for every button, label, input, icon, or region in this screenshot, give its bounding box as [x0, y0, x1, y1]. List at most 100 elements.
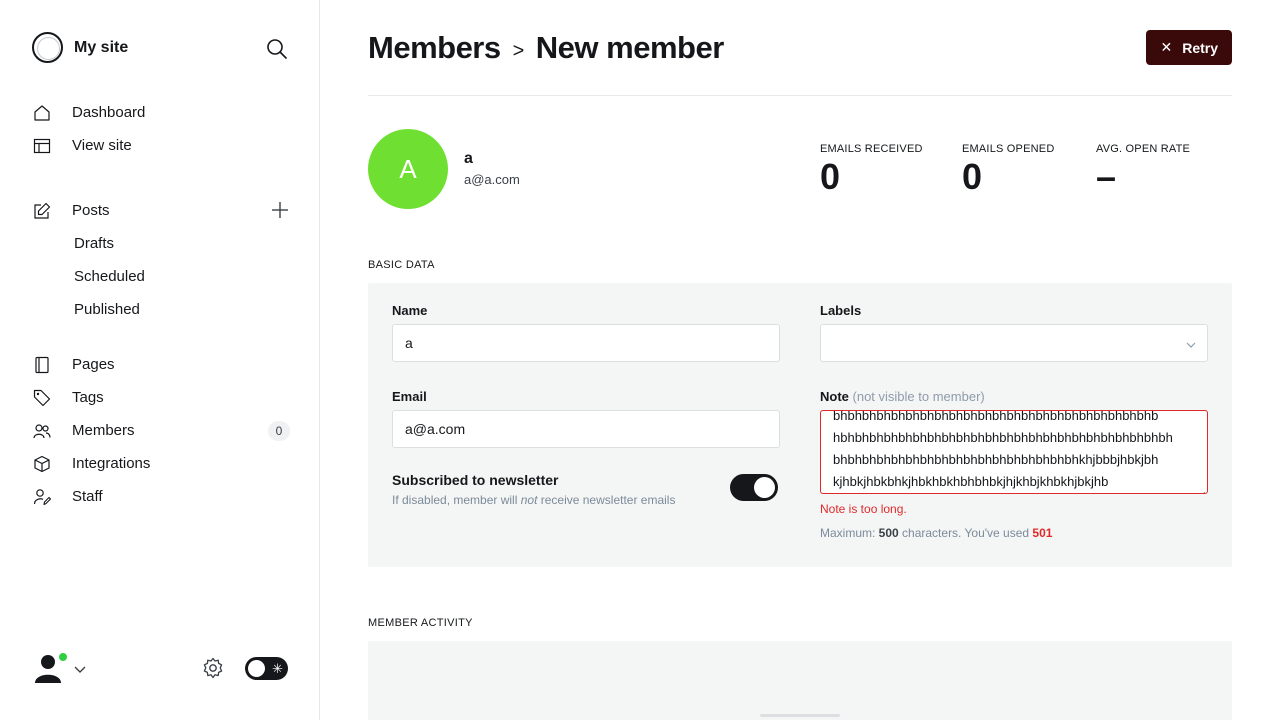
- subscribed-title: Subscribed to newsletter: [392, 472, 559, 488]
- labels-label: Labels: [820, 303, 862, 318]
- member-activity-panel: [368, 641, 1232, 720]
- nav-dashboard-label: Dashboard: [72, 104, 146, 121]
- plus-icon[interactable]: [270, 200, 290, 220]
- page-title: New member: [535, 30, 724, 65]
- basic-data-panel: Name a Email a@a.com Subscribed to newsl…: [368, 283, 1232, 567]
- stat-value: 0: [962, 156, 983, 197]
- member-email: a@a.com: [464, 172, 520, 187]
- nav-staff-label: Staff: [72, 488, 103, 505]
- note-line: kjhbkjhbkbhkjhbkhbkhbhbhbkjhjkhbjkhbkhjb…: [833, 474, 1109, 489]
- nav-posts[interactable]: Posts: [32, 194, 292, 227]
- nav-tags[interactable]: Tags: [32, 381, 292, 414]
- breadcrumb-separator: >: [512, 39, 525, 62]
- breadcrumb: Members > New member: [368, 30, 1232, 66]
- member-name: a: [464, 150, 473, 167]
- breadcrumb-members-link[interactable]: Members: [368, 30, 501, 66]
- note-character-count: Maximum: 500 characters. You've used 501: [820, 526, 1052, 540]
- page-icon: [32, 355, 52, 375]
- integrations-icon: [32, 454, 52, 474]
- nav-view-site-label: View site: [72, 137, 132, 154]
- nav-staff[interactable]: Staff: [32, 480, 292, 513]
- stat-emails-opened: EMAILS OPENED 0: [962, 143, 1054, 195]
- subscribed-desc-emphasis: not: [520, 493, 538, 507]
- nav-pages[interactable]: Pages: [32, 348, 292, 381]
- labels-select[interactable]: [820, 324, 1208, 362]
- stat-value: –: [1096, 156, 1117, 197]
- note-error: Note is too long.: [820, 502, 907, 516]
- posts-nav: Posts Drafts Scheduled Published: [32, 194, 292, 326]
- nav-view-site[interactable]: View site: [32, 129, 292, 162]
- subscribed-desc-part: receive newsletter emails: [537, 493, 676, 507]
- nav-posts-label: Posts: [72, 202, 110, 219]
- resize-handle-icon[interactable]: [1198, 484, 1206, 493]
- note-textarea[interactable]: bhbhbhbhbhbhbhbhbhbhbhbhbhbhbhbhbhbhbhbh…: [820, 410, 1208, 494]
- theme-toggle[interactable]: ✳: [245, 657, 288, 680]
- staff-icon: [32, 487, 52, 507]
- stat-label: AVG. OPEN RATE: [1096, 143, 1191, 155]
- basic-data-title: BASIC DATA: [368, 259, 435, 271]
- nav-scheduled-label: Scheduled: [74, 268, 145, 285]
- chevron-down-icon: [1185, 338, 1197, 354]
- activity-loading-bar: [760, 714, 840, 717]
- nav-integrations[interactable]: Integrations: [32, 447, 292, 480]
- note-label: Note (not visible to member): [820, 389, 985, 404]
- sidebar-footer: ✳: [32, 650, 288, 686]
- members-count-badge: 0: [268, 421, 290, 441]
- home-icon: [32, 103, 52, 123]
- view-site-icon: [32, 136, 52, 156]
- count-used: 501: [1032, 526, 1053, 540]
- theme-toggle-knob: [248, 660, 265, 677]
- nav-drafts-label: Drafts: [74, 235, 115, 252]
- sidebar: My site Dashboard View site Posts Drafts…: [0, 0, 320, 720]
- retry-button[interactable]: ✕ Retry: [1146, 30, 1232, 65]
- nav-integrations-label: Integrations: [72, 455, 151, 472]
- subscribed-description: If disabled, member will not receive new…: [392, 493, 675, 507]
- count-max: 500: [878, 526, 899, 540]
- edit-post-icon: [32, 201, 52, 221]
- nav-members[interactable]: Members 0: [32, 414, 292, 447]
- count-prefix: Maximum:: [820, 526, 879, 540]
- nav-members-label: Members: [72, 422, 135, 439]
- nav-published[interactable]: Published: [32, 293, 292, 326]
- member-summary: A a a@a.com EMAILS RECEIVED 0 EMAILS OPE…: [368, 129, 1232, 209]
- search-icon[interactable]: [266, 38, 288, 60]
- retry-button-label: Retry: [1182, 39, 1218, 56]
- tag-icon: [32, 388, 52, 408]
- note-line: bhbhbhbhbhbhbhbhbhbhbhbhbhbhbhbhbhbhbhbh…: [833, 410, 1159, 423]
- close-icon: ✕: [1160, 39, 1173, 55]
- nav-scheduled[interactable]: Scheduled: [32, 260, 292, 293]
- user-avatar-icon[interactable]: [32, 650, 68, 686]
- note-line: bhbhbhbhbhbhbhbhbhbhbhbhbhbhbhbhbhkhjbbb…: [833, 452, 1159, 467]
- member-activity-title: MEMBER ACTIVITY: [368, 617, 473, 629]
- chevron-down-icon[interactable]: [74, 662, 86, 680]
- gear-icon[interactable]: [202, 657, 224, 679]
- stat-avg-open-rate: AVG. OPEN RATE –: [1096, 143, 1190, 195]
- main-nav: Dashboard View site: [32, 96, 292, 162]
- newsletter-toggle[interactable]: [730, 474, 778, 501]
- secondary-nav: Pages Tags Members 0 Integrations Staff: [32, 348, 292, 513]
- site-name: My site: [74, 38, 129, 56]
- online-status-dot: [58, 652, 68, 662]
- count-mid: characters. You've used: [898, 526, 1033, 540]
- stat-label: EMAILS OPENED: [962, 143, 1055, 155]
- main-content: Members > New member ✕ Retry A a a@a.com…: [368, 0, 1232, 720]
- site-logo-icon: [32, 32, 63, 63]
- nav-drafts[interactable]: Drafts: [32, 227, 292, 260]
- name-input[interactable]: a: [392, 324, 780, 362]
- stat-emails-received: EMAILS RECEIVED 0: [820, 143, 923, 195]
- sun-icon: ✳: [272, 661, 283, 676]
- stat-label: EMAILS RECEIVED: [820, 143, 923, 155]
- subscribed-desc-part: If disabled, member will: [392, 493, 521, 507]
- site-brand[interactable]: My site: [32, 32, 128, 63]
- member-avatar: A: [368, 129, 448, 209]
- note-label-text: Note: [820, 389, 849, 404]
- note-content: bhbhbhbhbhbhbhbhbhbhbhbhbhbhbhbhbhbhbhbh…: [833, 410, 1195, 493]
- email-input[interactable]: a@a.com: [392, 410, 780, 448]
- nav-dashboard[interactable]: Dashboard: [32, 96, 292, 129]
- members-icon: [32, 421, 52, 441]
- nav-pages-label: Pages: [72, 356, 115, 373]
- nav-tags-label: Tags: [72, 389, 104, 406]
- newsletter-toggle-knob: [754, 477, 775, 498]
- name-label: Name: [392, 303, 428, 318]
- note-line: hbhbhbhbhbhbhbhbhbhbhbhbhbhbhbhbhbhbhbhb…: [833, 430, 1173, 445]
